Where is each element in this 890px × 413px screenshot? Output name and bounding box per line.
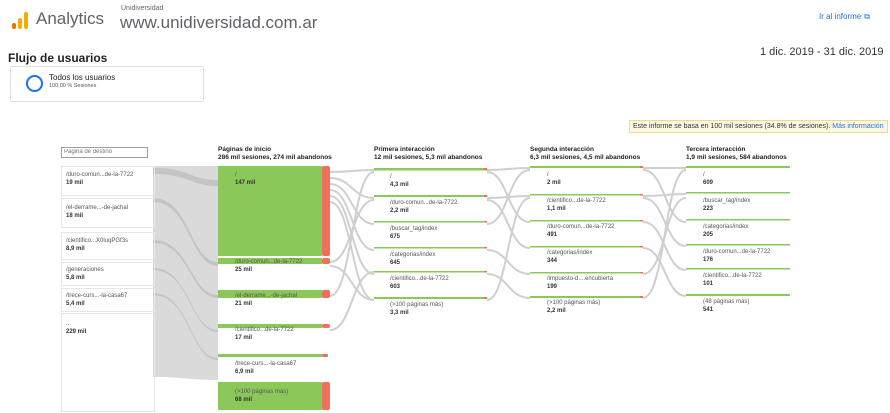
start-node-bar: [218, 166, 322, 256]
second-node-label[interactable]: /categorias/index 344: [547, 249, 592, 265]
source-node-label: /duro-comun...de-la-7722 19 mil: [66, 172, 134, 186]
first-node-label[interactable]: (>100 páginas más) 3,3 mil: [390, 301, 443, 317]
source-node-label: ... 229 mil: [66, 321, 87, 335]
interaction-connectors: [329, 167, 687, 331]
third-node-label[interactable]: /duro-comun...de-la-7722 176: [703, 248, 770, 264]
connector-source-to-start: [153, 166, 218, 380]
first-node-label[interactable]: /categorias/index 645: [390, 251, 435, 267]
start-node-bar: [218, 354, 322, 357]
source-node-label: /trece-curs...-la-casa67 5,4 mil: [66, 293, 128, 307]
start-node-drop: [322, 382, 330, 410]
source-node-label: /generaciones 5,8 mil: [66, 267, 104, 281]
column-header-start: Páginas de inicio 286 mil sesiones, 274 m…: [218, 146, 332, 161]
third-node-label[interactable]: /cientifico...de-la-7722 101: [703, 272, 762, 288]
start-node-drop: [322, 258, 330, 264]
source-node-label: /el-derrame...-de-jachal 18 mil: [66, 205, 129, 219]
start-node-label[interactable]: /duro-comun...de-la-7722 25 mil: [235, 258, 302, 274]
start-node-label[interactable]: /147 mil: [235, 171, 255, 187]
start-node-drop: [322, 324, 330, 328]
second-node-label[interactable]: /2 mil: [547, 171, 561, 187]
column-header-third: Tercera interacción 1,9 mil sesiones, 584…: [686, 146, 787, 161]
first-node-label[interactable]: /buscar_tag/index 675: [390, 225, 437, 241]
third-node-label[interactable]: (48 páginas más) 541: [703, 298, 749, 314]
column-header-first: Primera interacción 12 mil sesiones, 5,3 …: [374, 146, 483, 161]
start-node-label[interactable]: (>100 páginas más) 68 mil: [235, 388, 288, 404]
first-node-label[interactable]: /cientifico...de-la-7722 603: [390, 275, 449, 291]
start-node-label[interactable]: /el-derrame...-de-jachal 21 mil: [235, 292, 297, 308]
second-node-label[interactable]: (>100 páginas más) 2,2 mil: [547, 299, 600, 315]
third-node-label[interactable]: /609: [703, 171, 713, 187]
start-node-label[interactable]: /cientifico...de-la-7722 17 mil: [235, 326, 294, 342]
start-node-drop: [322, 354, 328, 357]
second-node-label[interactable]: /cientifico...de-la-7722 1,1 mil: [547, 197, 606, 213]
first-node-label[interactable]: /duro-comun...de-la-7722 2,2 mil: [390, 199, 457, 215]
column-header-second: Segunda interacción 6,3 mil sesiones, 4,5…: [530, 146, 641, 161]
second-node-label[interactable]: /duro-comun...de-la-7722 491: [547, 223, 614, 239]
third-node-label[interactable]: /buscar_tag/index 223: [703, 197, 750, 213]
start-node-label[interactable]: /trece-curs...-la-casa67 6,9 mil: [235, 360, 296, 376]
start-node-drop: [322, 290, 330, 298]
source-connectors: [153, 166, 218, 380]
source-node-label: /cientifico...X0luqPGf3s 8,9 mil: [66, 238, 129, 252]
first-node-label[interactable]: /4,3 mil: [390, 173, 409, 189]
start-node-drop: [322, 166, 330, 256]
second-node-label[interactable]: /impuesto-d....encubierta 199: [547, 275, 613, 291]
third-node-label[interactable]: /categorias/index 205: [703, 223, 748, 239]
